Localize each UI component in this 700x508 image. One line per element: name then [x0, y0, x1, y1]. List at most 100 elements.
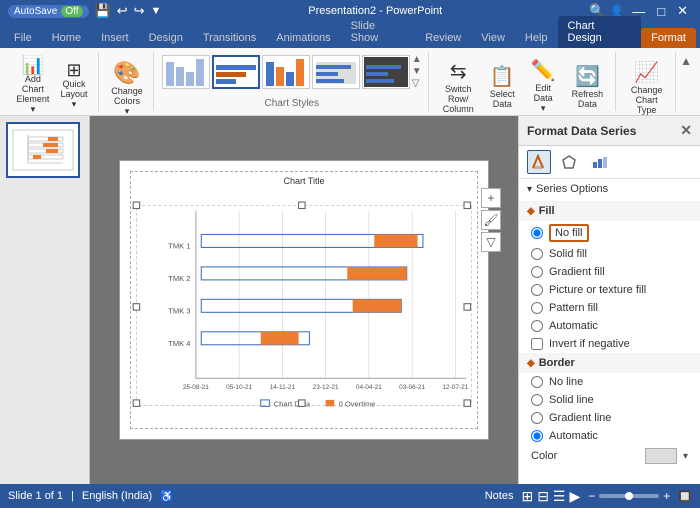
maximize-button[interactable]: □ [653, 4, 669, 19]
switch-row-column-button[interactable]: ⇆ Switch Row/Column [437, 55, 480, 118]
tab-transitions[interactable]: Transitions [193, 28, 266, 48]
effects-icon [561, 154, 577, 170]
tab-slideshow[interactable]: Slide Show [341, 16, 416, 48]
tab-design[interactable]: Design [139, 28, 193, 48]
pattern-fill-radio[interactable] [531, 302, 543, 314]
solid-line-option[interactable]: Solid line [519, 391, 700, 409]
chart-style-2[interactable] [212, 55, 260, 89]
tab-home[interactable]: Home [42, 28, 91, 48]
select-data-button[interactable]: 📋 SelectData [484, 60, 521, 113]
chart-style-3[interactable] [262, 55, 310, 89]
chart-style-4[interactable] [312, 55, 360, 89]
styles-scroll-down[interactable]: ▼ [412, 66, 422, 77]
slide-main[interactable]: Chart Title [119, 160, 489, 440]
svg-text:03-06-21: 03-06-21 [399, 384, 425, 391]
fill-line-icon-btn[interactable] [527, 150, 551, 174]
fill-section-header[interactable]: ◆ Fill [519, 201, 700, 221]
gradient-fill-radio[interactable] [531, 266, 543, 278]
autosave-state[interactable]: Off [61, 6, 82, 17]
automatic-border-radio[interactable] [531, 430, 543, 442]
format-panel-body: ◆ Fill No fill Solid fill Gradient fill … [519, 197, 700, 484]
styles-scroll-controls: ▲ ▼ ▽ [412, 54, 422, 89]
tab-view[interactable]: View [471, 28, 515, 48]
tab-format[interactable]: Format [641, 28, 696, 48]
close-button[interactable]: ✕ [673, 3, 692, 19]
styles-scroll-up[interactable]: ▲ [412, 54, 422, 65]
slide-content: Chart Title [90, 116, 518, 484]
no-line-radio[interactable] [531, 376, 543, 388]
add-chart-element-button[interactable]: 📊 Add ChartElement ▾ [12, 54, 54, 117]
tab-chartdesign[interactable]: Chart Design [558, 16, 642, 48]
tab-file[interactable]: File [4, 28, 42, 48]
zoom-track[interactable] [599, 494, 659, 498]
change-colors-icon: 🎨 [113, 60, 140, 86]
no-fill-radio[interactable] [531, 227, 543, 239]
collapse-icon[interactable]: ▲ [680, 54, 692, 68]
border-color-label: Color [531, 450, 639, 462]
status-left: Slide 1 of 1 | English (India) ♿ [8, 490, 174, 503]
notes-button[interactable]: Notes [485, 490, 514, 502]
undo-icon[interactable]: ↩ [117, 3, 128, 19]
status-bar: Slide 1 of 1 | English (India) ♿ Notes ⊞… [0, 484, 700, 508]
customize-icon[interactable]: ▼ [151, 5, 162, 17]
border-color-swatch[interactable] [645, 448, 677, 464]
solid-line-radio[interactable] [531, 394, 543, 406]
border-color-dropdown[interactable]: ▾ [683, 451, 688, 462]
no-line-option[interactable]: No line [519, 373, 700, 391]
tab-animations[interactable]: Animations [266, 28, 340, 48]
picture-texture-fill-option[interactable]: Picture or texture fill [519, 281, 700, 299]
status-right: Notes ⊞ ⊟ ☰ ▶ − + 🔲 [485, 488, 692, 505]
autosave-toggle[interactable]: AutoSave Off [8, 5, 89, 18]
gradient-fill-option[interactable]: Gradient fill [519, 263, 700, 281]
edit-data-button[interactable]: ✏️ EditData ▾ [525, 54, 562, 118]
tab-insert[interactable]: Insert [91, 28, 139, 48]
tab-review[interactable]: Review [415, 28, 471, 48]
refresh-data-button[interactable]: 🔄 RefreshData [566, 60, 610, 113]
gradient-line-radio[interactable] [531, 412, 543, 424]
styles-expand[interactable]: ▽ [412, 78, 422, 89]
format-panel-icons [519, 146, 700, 179]
change-chart-type-button[interactable]: 📈 ChangeChart Type [624, 58, 669, 117]
save-icon[interactable]: 💾 [95, 3, 111, 19]
slideshow-button[interactable]: ▶ [569, 488, 580, 505]
redo-icon[interactable]: ↪ [134, 3, 145, 19]
format-panel-close-button[interactable]: ✕ [680, 122, 692, 139]
zoom-in-button[interactable]: + [663, 489, 670, 503]
picture-texture-label: Picture or texture fill [549, 284, 646, 296]
chart-filter-button[interactable]: ▽ [481, 232, 501, 252]
automatic-fill-radio[interactable] [531, 320, 543, 332]
styles-row: ▲ ▼ ▽ [162, 54, 422, 89]
gradient-line-option[interactable]: Gradient line [519, 409, 700, 427]
series-options-icon [591, 154, 607, 170]
border-section-header[interactable]: ◆ Border [519, 353, 700, 373]
tab-help[interactable]: Help [515, 28, 558, 48]
ribbon-collapse[interactable]: ▲ [678, 52, 694, 111]
invert-negative-checkbox[interactable] [531, 338, 543, 350]
change-colors-button[interactable]: 🎨 ChangeColors ▾ [107, 58, 147, 119]
reading-view-button[interactable]: ☰ [553, 488, 566, 505]
no-fill-option[interactable]: No fill [519, 221, 700, 245]
invert-negative-option[interactable]: Invert if negative [519, 335, 700, 353]
solid-fill-radio[interactable] [531, 248, 543, 260]
automatic-border-option[interactable]: Automatic [519, 427, 700, 445]
zoom-slider[interactable]: − + [588, 489, 670, 503]
chart-style-5[interactable] [362, 55, 410, 89]
series-options-icon-btn[interactable] [587, 150, 611, 174]
quick-layout-button[interactable]: ⊞ QuickLayout ▾ [56, 59, 92, 112]
pattern-fill-option[interactable]: Pattern fill [519, 299, 700, 317]
slide-sorter-button[interactable]: ⊟ [537, 488, 549, 505]
effects-icon-btn[interactable] [557, 150, 581, 174]
automatic-fill-option[interactable]: Automatic [519, 317, 700, 335]
normal-view-button[interactable]: ⊞ [521, 488, 533, 505]
chart-brush-button[interactable]: 🖌 [481, 210, 501, 230]
slide-thumbnail[interactable] [6, 122, 80, 178]
zoom-out-button[interactable]: − [588, 489, 595, 503]
solid-fill-option[interactable]: Solid fill [519, 245, 700, 263]
chart-style-1[interactable] [162, 55, 210, 89]
autosave-label: AutoSave [14, 6, 57, 17]
fill-line-icon [531, 154, 547, 170]
zoom-thumb[interactable] [625, 492, 633, 500]
chart-add-element-button[interactable]: + [481, 188, 501, 208]
picture-texture-radio[interactable] [531, 284, 543, 296]
edit-data-icon: ✏️ [531, 58, 556, 83]
